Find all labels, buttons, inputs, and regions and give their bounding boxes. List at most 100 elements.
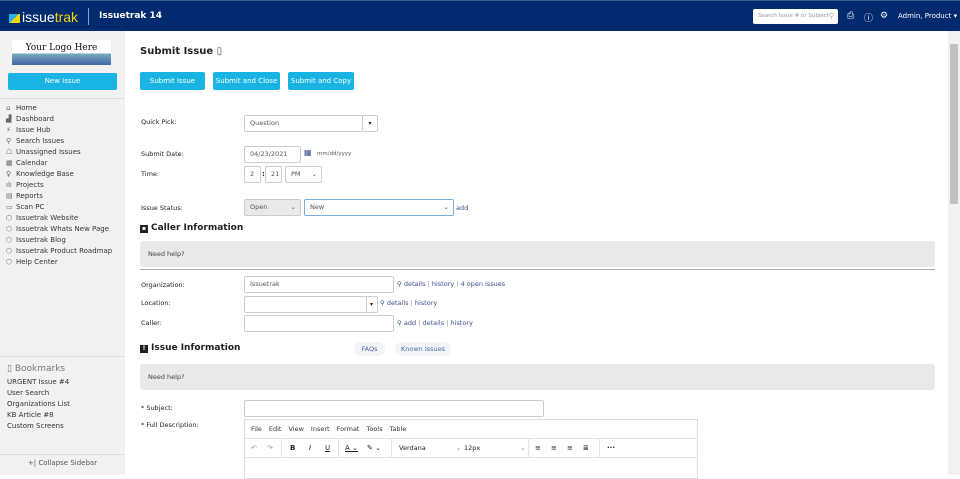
sidebar-item-label: Knowledge Base <box>16 170 74 178</box>
sidebar-item-issuetrak-product-roadmap[interactable]: ⬡ Issuetrak Product Roadmap <box>6 246 112 257</box>
add-status-link[interactable]: add <box>456 204 468 212</box>
chevron-down-icon: ⌄ <box>311 170 317 178</box>
sidebar-item-knowledge-base[interactable]: ♀ Knowledge Base <box>6 169 74 180</box>
date-format-hint: mm/dd/yyyy <box>317 151 352 157</box>
more-icon[interactable]: ··· <box>607 439 615 458</box>
sidebar-item-calendar[interactable]: ▦ Calendar <box>6 158 47 169</box>
sidebar-item-issuetrak-blog[interactable]: ⬡ Issuetrak Blog <box>6 235 66 246</box>
editor-menu-file[interactable]: File <box>251 425 262 433</box>
editor-menu-format[interactable]: Format <box>337 425 360 433</box>
sidebar-item-reports[interactable]: ▤ Reports <box>6 191 43 202</box>
editor-menu-insert[interactable]: Insert <box>311 425 330 433</box>
user-menu[interactable]: Admin, Product ▾ <box>898 12 957 20</box>
bookmark-icon[interactable]: ▯ <box>217 46 223 57</box>
bookmark-item[interactable]: KB Article #8 <box>7 411 54 419</box>
divider <box>0 356 125 357</box>
subject-input[interactable] <box>244 400 544 417</box>
history-link[interactable]: history <box>415 299 437 307</box>
text-color-icon[interactable]: A ⌄ <box>345 439 358 458</box>
sidebar-item-search-issues[interactable]: ⚲ Search Issues <box>6 136 64 147</box>
search-input[interactable]: Search Issue # or Subject ⚲ <box>753 9 838 24</box>
sidebar-item-dashboard[interactable]: ▟ Dashboard <box>6 114 54 125</box>
italic-icon[interactable]: I <box>309 439 311 458</box>
faqs-button[interactable]: FAQs <box>354 342 385 356</box>
collapse-sidebar-button[interactable]: +| Collapse Sidebar <box>0 459 125 467</box>
highlight-icon[interactable]: ✎ ⌄ <box>367 439 381 458</box>
nav-icon: ☖ <box>6 148 13 156</box>
caller-input[interactable] <box>244 315 394 332</box>
print-icon[interactable]: ⎙ <box>847 11 854 21</box>
quick-pick-input[interactable]: Question <box>244 115 363 132</box>
search-icon[interactable]: ⚲ <box>397 319 402 327</box>
bookmark-item[interactable]: User Search <box>7 389 49 397</box>
align-right-icon[interactable]: ≡ <box>567 439 573 458</box>
bookmark-item[interactable]: Organizations List <box>7 400 70 408</box>
align-left-icon[interactable]: ≡ <box>535 439 541 458</box>
issuetrak-logo[interactable]: issuetrak <box>9 9 78 25</box>
search-icon[interactable]: ⚲ <box>380 299 385 307</box>
submit-issue-button[interactable]: Submit Issue <box>140 72 205 90</box>
editor-menu-tools[interactable]: Tools <box>366 425 382 433</box>
gear-icon[interactable]: ⚙ <box>880 11 888 21</box>
search-icon[interactable]: ⚲ <box>397 280 402 288</box>
sidebar-item-issue-hub[interactable]: ⚡ Issue Hub <box>6 125 50 136</box>
new-issue-button[interactable]: New Issue <box>8 73 117 90</box>
hour-input[interactable]: 2 <box>244 166 261 183</box>
justify-icon[interactable]: ≣ <box>583 439 589 458</box>
sidebar-item-issuetrak-whats-new-page[interactable]: ⬡ Issuetrak Whats New Page <box>6 224 109 235</box>
nav-icon: ▤ <box>6 192 13 200</box>
details-link[interactable]: details <box>422 319 444 327</box>
sidebar-item-home[interactable]: ⌂ Home <box>6 103 37 114</box>
sidebar-item-scan-pc[interactable]: ▭ Scan PC <box>6 202 44 213</box>
editor-menu-edit[interactable]: Edit <box>269 425 282 433</box>
font-family-select[interactable]: Verdana ⌄ <box>399 439 461 458</box>
bookmark-item[interactable]: Custom Screens <box>7 422 64 430</box>
caller-need-help[interactable]: Need help? <box>140 241 935 267</box>
open-issues-link[interactable]: 4 open issues <box>461 280 506 288</box>
details-link[interactable]: details <box>387 299 409 307</box>
undo-icon[interactable]: ↶ <box>251 439 257 458</box>
chevron-down-icon[interactable]: ▾ <box>363 115 378 132</box>
history-link[interactable]: history <box>432 280 454 288</box>
rich-text-editor[interactable]: File Edit View Insert Format Tools Table ↶ ↷ B… <box>244 419 698 479</box>
search-icon[interactable]: ⚲ <box>829 12 834 20</box>
bookmark-item[interactable]: URGENT Issue #4 <box>7 378 69 386</box>
nav-icon: ⬡ <box>6 247 13 255</box>
minute-input[interactable]: 21 <box>265 166 282 183</box>
sidebar-item-label: Reports <box>16 192 43 200</box>
font-size-select[interactable]: 12px ⌄ <box>464 439 526 458</box>
organization-input[interactable]: Issuetrak <box>244 276 394 293</box>
submit-and-copy-button[interactable]: Submit and Copy <box>288 72 354 90</box>
ampm-select[interactable]: PM ⌄ <box>285 166 322 183</box>
bold-icon[interactable]: B <box>290 439 295 458</box>
sidebar-item-label: Help Center <box>16 258 58 266</box>
add-link[interactable]: add <box>404 319 416 327</box>
editor-menu-view[interactable]: View <box>288 425 303 433</box>
known-issues-button[interactable]: Known Issues <box>395 342 451 356</box>
sidebar-item-help-center[interactable]: ⬡ Help Center <box>6 257 58 268</box>
submit-and-close-button[interactable]: Submit and Close <box>213 72 280 90</box>
status-select[interactable]: Open ⌄ <box>244 199 301 216</box>
align-center-icon[interactable]: ≡ <box>551 439 557 458</box>
sidebar-item-projects[interactable]: ılı Projects <box>6 180 44 191</box>
location-links: ⚲ details | history <box>380 299 438 307</box>
underline-icon[interactable]: U <box>325 439 330 458</box>
chevron-down-icon: ⌄ <box>443 203 449 211</box>
search-placeholder: Search Issue # or Subject <box>758 13 829 19</box>
substatus-select[interactable]: New ⌄ <box>304 199 454 216</box>
nav-icon: ⚡ <box>6 126 11 134</box>
scrollbar-thumb[interactable] <box>950 44 958 204</box>
redo-icon[interactable]: ↷ <box>267 439 273 458</box>
help-icon[interactable]: ⓘ <box>864 11 873 24</box>
sidebar-item-unassigned-issues[interactable]: ☖ Unassigned Issues <box>6 147 81 158</box>
history-link[interactable]: history <box>450 319 472 327</box>
details-link[interactable]: details <box>404 280 426 288</box>
submit-date-input[interactable]: 04/23/2021 <box>244 146 301 163</box>
location-input[interactable] <box>244 296 367 313</box>
issue-need-help[interactable]: Need help? <box>140 364 935 390</box>
chevron-down-icon[interactable]: ▾ <box>366 296 378 313</box>
editor-menu-table[interactable]: Table <box>390 425 407 433</box>
nav-icon: ▟ <box>6 115 12 123</box>
sidebar-item-issuetrak-website[interactable]: ⬡ Issuetrak Website <box>6 213 78 224</box>
calendar-icon[interactable]: ▦ <box>304 148 312 157</box>
